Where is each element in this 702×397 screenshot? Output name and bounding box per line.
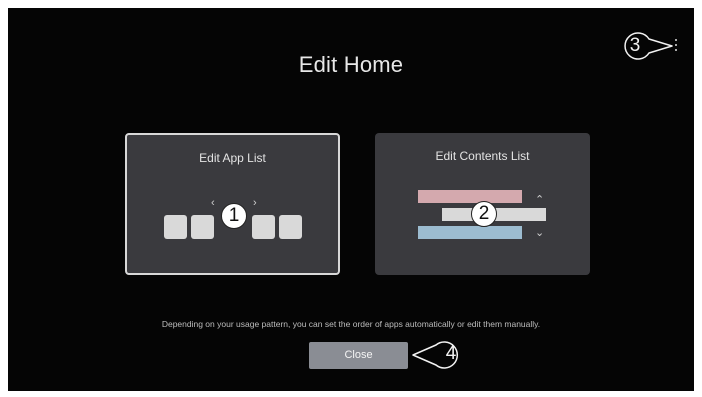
chevron-up-icon: ⌃ bbox=[535, 194, 545, 206]
app-tile bbox=[279, 215, 302, 239]
content-row-pink bbox=[418, 190, 522, 203]
tv-screen: Edit Home 3 Edit App List ‹ › 1 Edit Con… bbox=[8, 8, 694, 391]
description-text: Depending on your usage pattern, you can… bbox=[161, 319, 541, 329]
chevron-down-icon: ⌄ bbox=[535, 227, 545, 239]
edit-app-list-card[interactable]: Edit App List ‹ › 1 bbox=[125, 133, 340, 275]
chevron-right-icon: › bbox=[253, 197, 257, 209]
edit-contents-list-card[interactable]: Edit Contents List ⌃ ⌄ 2 bbox=[375, 133, 590, 275]
callout-3-number: 3 bbox=[629, 35, 641, 56]
app-tile bbox=[164, 215, 187, 239]
marker-1: 1 bbox=[221, 203, 247, 229]
app-tile bbox=[191, 215, 214, 239]
edit-app-list-title: Edit App List bbox=[199, 151, 266, 165]
callout-4-number: 4 bbox=[445, 343, 457, 364]
app-tile bbox=[252, 215, 275, 239]
content-row-blue bbox=[418, 226, 522, 239]
marker-2: 2 bbox=[471, 201, 497, 227]
chevron-left-icon: ‹ bbox=[211, 197, 215, 209]
page-title: Edit Home bbox=[298, 52, 404, 77]
close-button[interactable]: Close bbox=[309, 342, 408, 369]
edit-contents-list-title: Edit Contents List bbox=[435, 149, 530, 163]
